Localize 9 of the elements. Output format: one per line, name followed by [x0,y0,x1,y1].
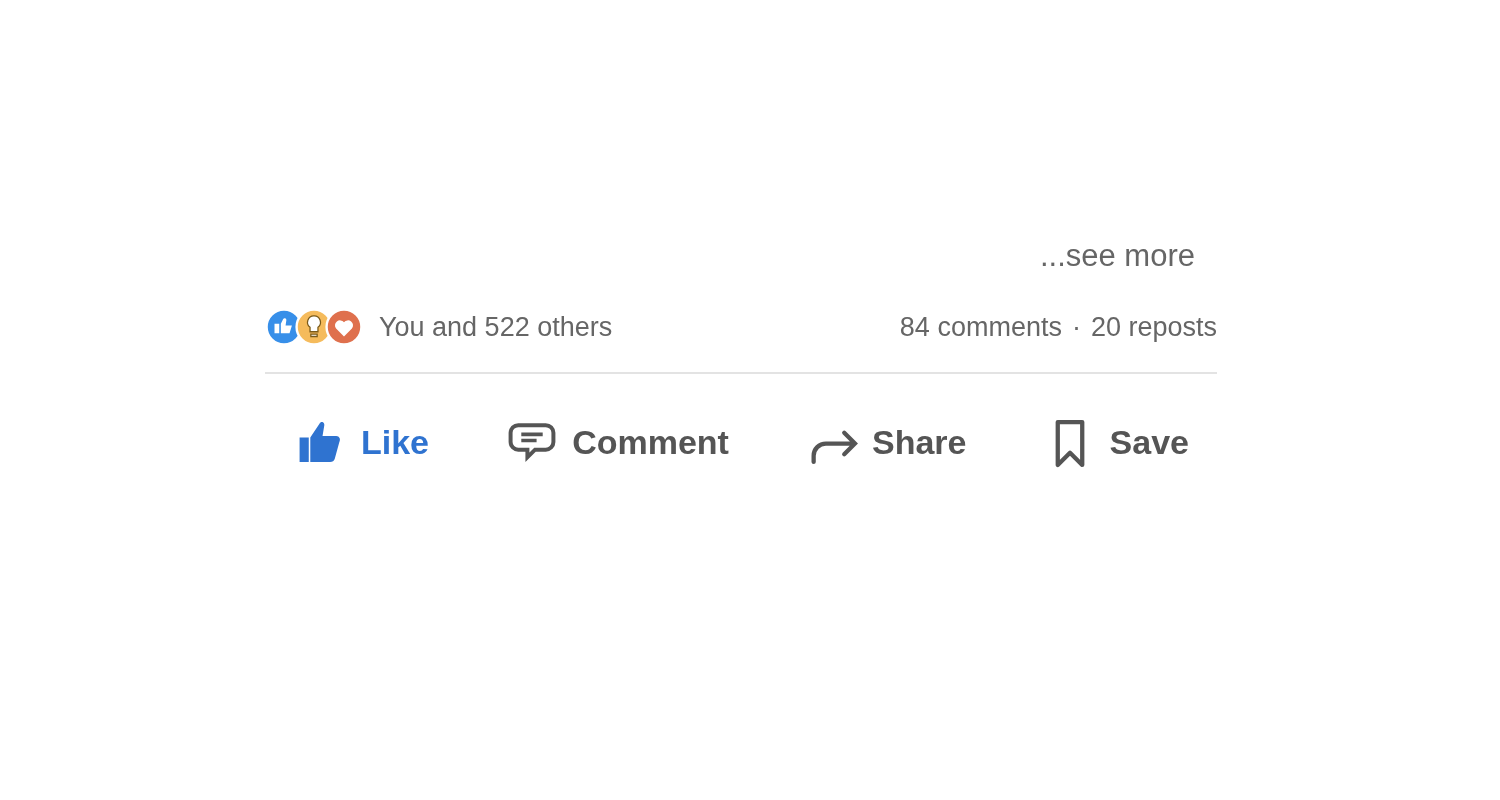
save-button[interactable]: Save [1043,416,1189,468]
like-button[interactable]: Like [295,416,430,468]
comment-button[interactable]: Comment [506,416,729,468]
comments-count[interactable]: 84 comments [899,311,1062,343]
reposts-count[interactable]: 20 reposts [1090,311,1217,343]
see-more-link[interactable]: ...see more [1039,238,1195,274]
share-button[interactable]: Share [806,416,967,468]
reaction-summary[interactable]: You and 522 others [379,311,613,343]
separator-dot: · [1071,311,1081,343]
